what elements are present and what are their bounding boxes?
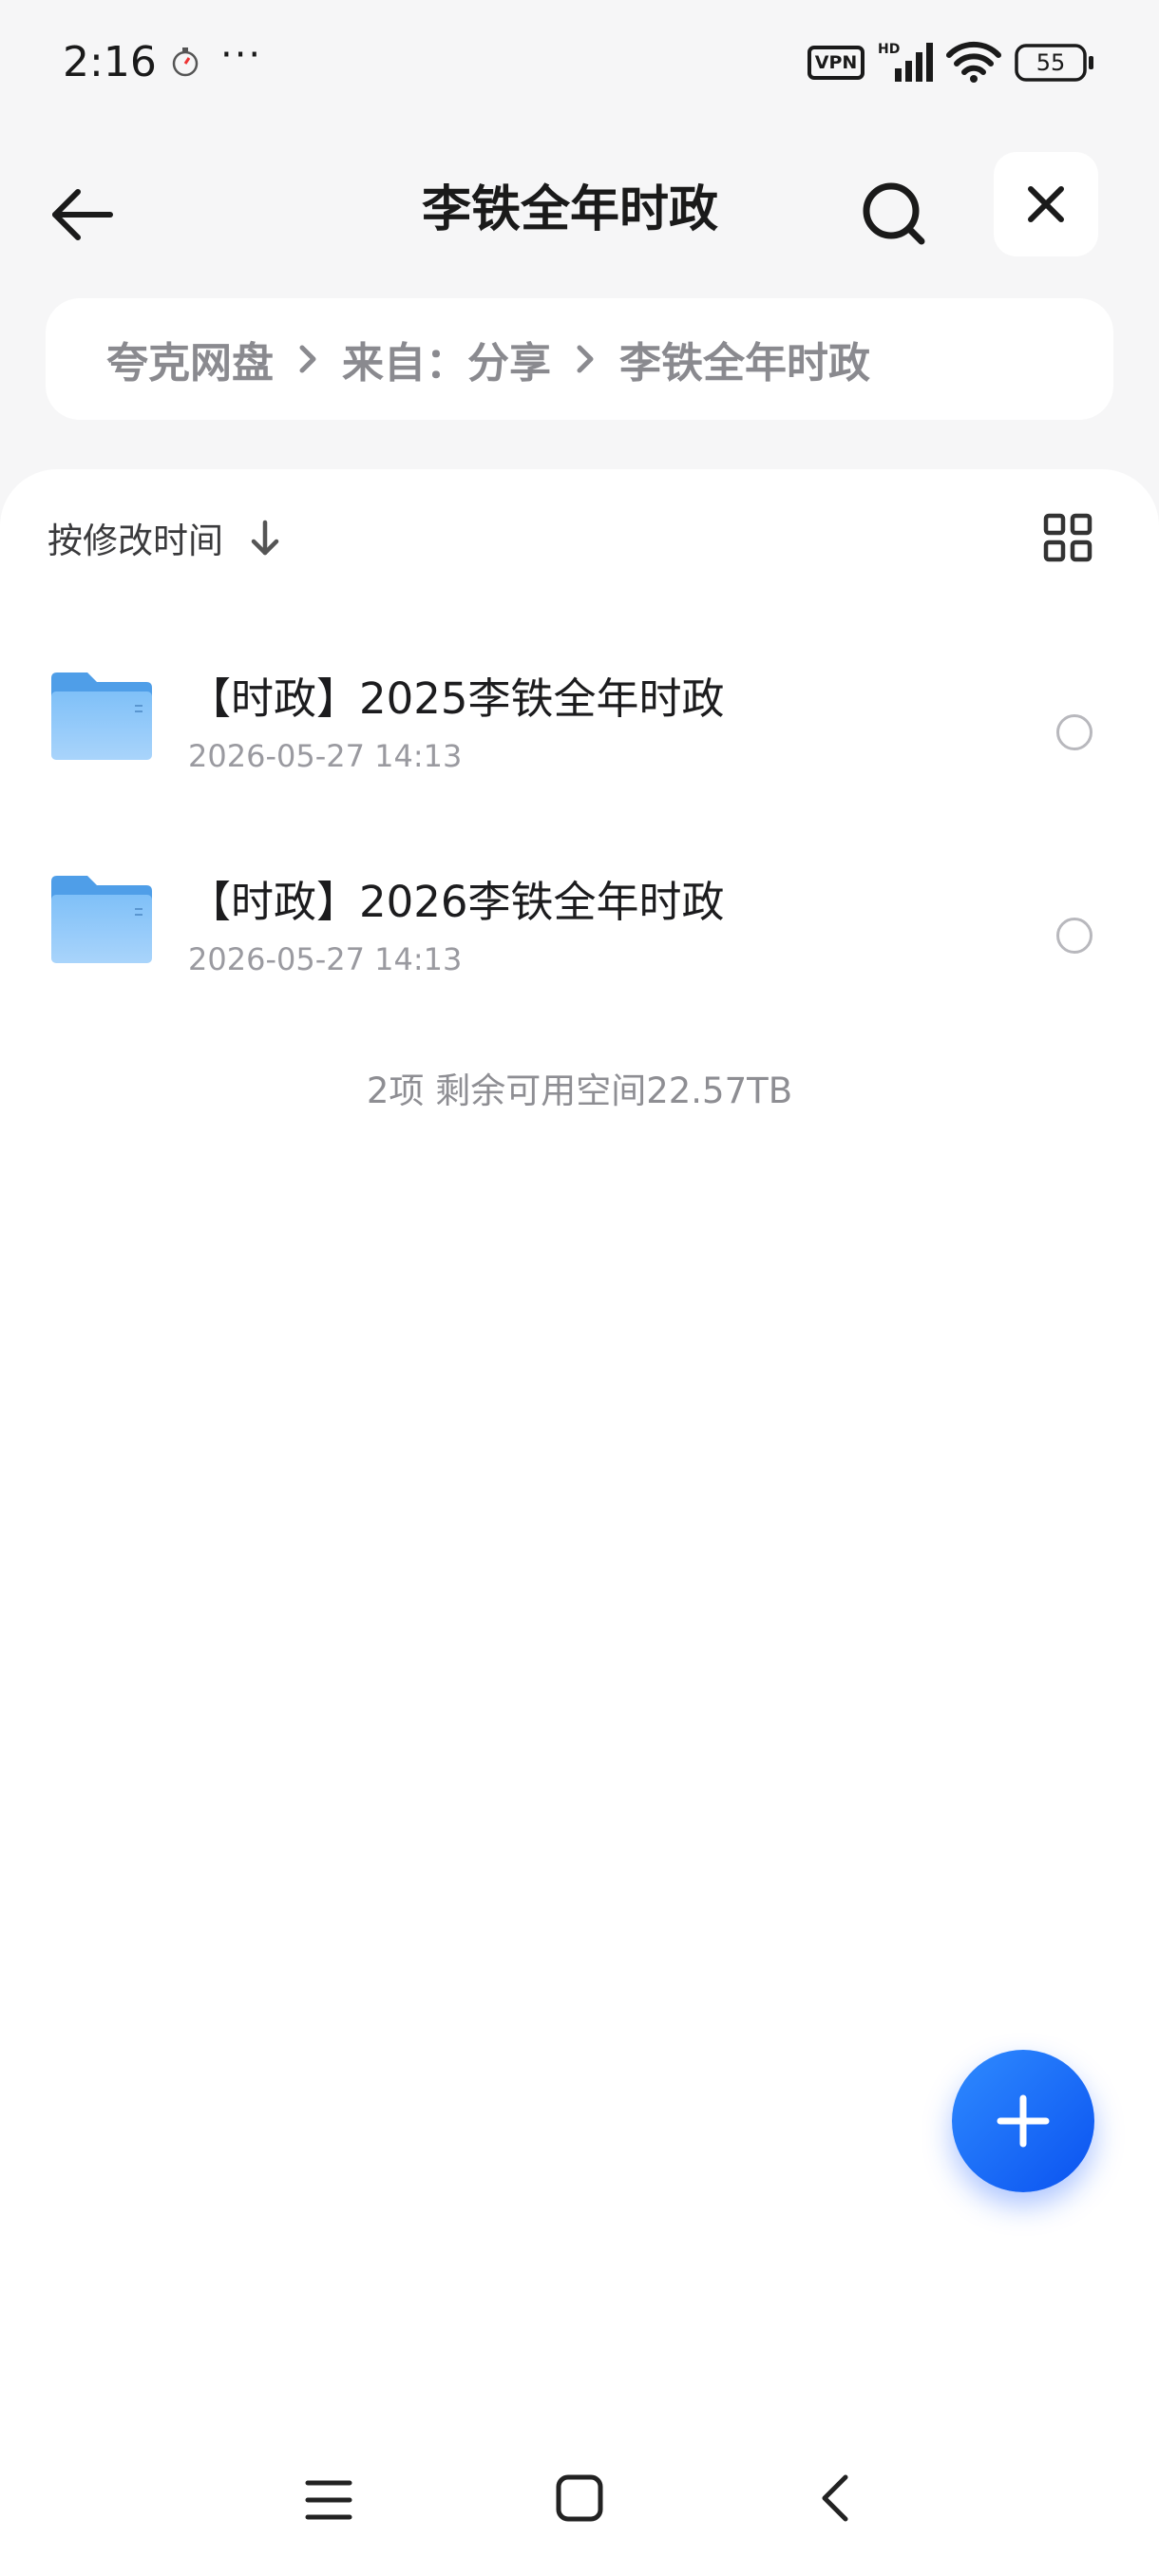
storage-summary: 2项 剩余可用空间22.57TB bbox=[366, 1070, 793, 1111]
chevron-right-icon bbox=[577, 345, 594, 373]
file-row[interactable]: 【时政】2026李铁全年时政 2026-05-27 14:13 bbox=[0, 836, 1159, 1026]
select-checkbox[interactable] bbox=[1056, 714, 1092, 750]
close-button[interactable] bbox=[994, 152, 1098, 256]
breadcrumb-item-current: 李铁全年时政 bbox=[619, 339, 870, 388]
file-row[interactable]: 【时政】2025李铁全年时政 2026-05-27 14:13 bbox=[0, 633, 1159, 823]
arrow-down-icon bbox=[251, 520, 279, 556]
plus-icon bbox=[997, 2094, 1050, 2148]
menu-icon[interactable] bbox=[302, 2473, 355, 2527]
status-time: 2:16 bbox=[63, 38, 157, 86]
sort-selector[interactable]: 按修改时间 bbox=[48, 515, 284, 561]
header: 李铁全年时政 bbox=[0, 142, 1159, 266]
breadcrumb-item-share[interactable]: 来自：分享 bbox=[342, 329, 551, 389]
wifi-icon bbox=[946, 41, 1001, 83]
file-date: 2026-05-27 14:13 bbox=[188, 941, 463, 977]
home-icon[interactable] bbox=[553, 2472, 606, 2525]
stopwatch-icon bbox=[172, 47, 199, 77]
grid-view-icon[interactable] bbox=[1041, 511, 1094, 564]
status-bar: 2:16 ··· VPN HD 55 bbox=[0, 0, 1159, 125]
sort-label: 按修改时间 bbox=[48, 521, 223, 561]
search-icon[interactable] bbox=[853, 173, 937, 256]
file-name: 【时政】2026李铁全年时政 bbox=[188, 877, 725, 927]
page-title: 李铁全年时政 bbox=[421, 181, 718, 238]
network-type-label: HD bbox=[878, 42, 900, 57]
status-more-icon: ··· bbox=[220, 33, 263, 77]
folder-icon bbox=[51, 672, 152, 760]
close-icon bbox=[1028, 186, 1064, 222]
file-name: 【时政】2025李铁全年时政 bbox=[188, 673, 725, 724]
breadcrumb: 夸克网盘 来自：分享 李铁全年时政 bbox=[46, 298, 1113, 420]
chevron-right-icon bbox=[299, 345, 316, 373]
breadcrumb-item-root[interactable]: 夸克网盘 bbox=[106, 329, 274, 389]
back-arrow-icon[interactable] bbox=[44, 177, 120, 253]
vpn-icon: VPN bbox=[808, 46, 864, 80]
folder-icon bbox=[51, 876, 152, 963]
select-checkbox[interactable] bbox=[1056, 918, 1092, 954]
add-button[interactable] bbox=[952, 2050, 1094, 2192]
signal-icon: HD bbox=[878, 42, 933, 82]
back-icon[interactable] bbox=[809, 2472, 863, 2525]
file-list-panel: 按修改时间 【时政】2025李铁全年时政 2026-05-27 14:13 【时… bbox=[0, 469, 1159, 2576]
battery-level: 55 bbox=[1036, 49, 1066, 76]
file-date: 2026-05-27 14:13 bbox=[188, 738, 463, 774]
